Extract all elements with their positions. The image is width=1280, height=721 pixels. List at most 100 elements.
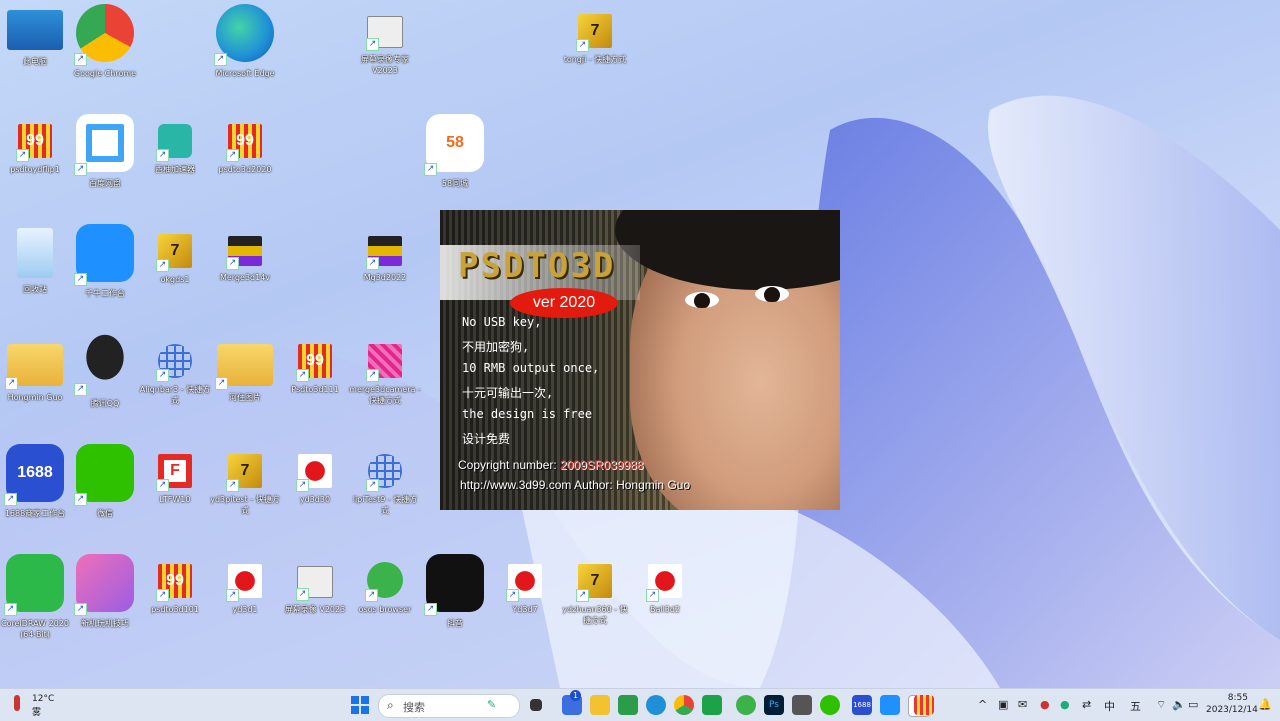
edge-taskbar-icon[interactable]	[646, 695, 666, 715]
desktop-icon-3[interactable]: ↗ 屏幕录像专家 V2023	[350, 0, 420, 108]
desktop-icon-27[interactable]: ↗ CorelDRAW 2020 (64-Bit)	[0, 550, 70, 658]
screen-recorder-icon: ↗	[296, 566, 333, 601]
1688-taskbar-icon[interactable]: 1688	[852, 695, 872, 715]
splash-photo-eye-left	[685, 292, 719, 308]
splash-url-author: http://www.3d99.com Author: Hongmin Guo	[460, 478, 691, 492]
copyright-number: 2009SR039988	[560, 458, 644, 472]
desktop-icon-33[interactable]: ↗ 抖音	[420, 550, 490, 658]
browser-taskbar-icon[interactable]	[736, 695, 756, 715]
tray-qq-icon[interactable]: ●	[1040, 698, 1050, 711]
psdto3d-taskbar-icon[interactable]	[914, 695, 934, 715]
desktop-icon-6[interactable]: ↗ 百度网盘	[70, 110, 140, 218]
ime-mode[interactable]: 中	[1104, 698, 1115, 714]
desktop-icon-7[interactable]: ↗ 西柚加速器	[140, 110, 210, 218]
desktop-icon-34[interactable]: ↗ Yd3d7	[490, 550, 560, 658]
wifi-icon[interactable]: ⌔	[1156, 698, 1166, 712]
desktop-icon-16[interactable]: ↗ 腾讯QQ	[70, 330, 140, 438]
chrome-taskbar-icon[interactable]	[674, 695, 694, 715]
desktop-icon-label: okgds1	[160, 275, 190, 284]
clock-date[interactable]: 2023/12/14	[1206, 705, 1258, 715]
battery-icon[interactable]: ▭	[1188, 698, 1198, 711]
desktop-icon-30[interactable]: ↗ yd3d1	[210, 550, 280, 658]
desktop-icon-25[interactable]: ↗ yd3d30	[280, 440, 350, 548]
shortcut-arrow-icon: ↗	[506, 589, 519, 602]
desktop-icon-31[interactable]: ↗ 屏幕录像 V2023	[280, 550, 350, 658]
weather-temp[interactable]: 12°C	[32, 694, 54, 704]
desktop-icon-label: CorelDRAW 2020 (64-Bit)	[1, 619, 69, 639]
qianniu-taskbar-icon[interactable]	[880, 695, 900, 715]
volume-icon[interactable]: 🔈	[1172, 698, 1186, 711]
task-view-icon[interactable]	[530, 699, 542, 711]
clock-time[interactable]: 8:55	[1208, 693, 1248, 703]
icon-glyph: 99	[236, 132, 254, 149]
weather-icon[interactable]	[8, 693, 30, 715]
desktop-icon-36[interactable]: ↗ Ball3d2	[630, 550, 700, 658]
desktop-icon-28[interactable]: ↗ 新机玩机技巧	[70, 550, 140, 658]
desktop-icon-35[interactable]: 7 ↗ ydzhuan360 - 快捷方式	[560, 550, 630, 658]
shortcut-arrow-icon: ↗	[74, 163, 87, 176]
shortcut-arrow-icon: ↗	[366, 479, 379, 492]
psdto3d-splash-window[interactable]: PSDTO3D ver 2020 No USB key, 不用加密狗, 10 R…	[440, 210, 840, 510]
merge-icon: ↗	[226, 236, 262, 270]
desktop-icon-15[interactable]: ↗ Hongmin Guo	[0, 330, 70, 438]
desktop-icon-22[interactable]: ↗ 微信	[70, 440, 140, 548]
tray-mail-icon[interactable]: ✉	[1018, 698, 1027, 711]
desktop-icon-26[interactable]: ↗ lipiTest9 - 快捷方式	[350, 440, 420, 548]
desktop-icon-20[interactable]: ↗ merge3dcamera - 快捷方式	[349, 330, 421, 438]
taskbar-search[interactable]: ⌕ 搜索 ✎	[378, 694, 520, 718]
desktop-icon-19[interactable]: 99 ↗ Psdto3d111	[280, 330, 350, 438]
desktop-icon-label: Ball3d2	[649, 605, 681, 614]
photoshop-taskbar-icon[interactable]: Ps	[764, 695, 784, 715]
wechat-taskbar-icon[interactable]	[820, 695, 840, 715]
desktop-icon-10[interactable]: 回收站	[0, 220, 70, 328]
desktop-icon-17[interactable]: ↗ Alignbar3 - 快捷方式	[140, 330, 210, 438]
desktop-icon-label: 腾讯QQ	[90, 399, 120, 408]
desktop-icon-29[interactable]: 99 ↗ psdto3d101	[140, 550, 210, 658]
teams-chat-icon[interactable]: 1	[562, 690, 582, 715]
desktop-icon-4[interactable]: 7 ↗ tongji - 快捷方式	[560, 0, 630, 108]
desktop-icon-11[interactable]: ↗ 千牛工作台	[70, 220, 140, 328]
desktop-icon-2[interactable]: ↗ Microsoft Edge	[210, 0, 280, 108]
desktop-icon-21[interactable]: 1688 ↗ 1688商家工作台	[0, 440, 70, 548]
desktop-icon-18[interactable]: ↗ 河住图片	[210, 330, 280, 438]
coreldraw-taskbar-icon[interactable]	[702, 695, 722, 715]
desktop-icon-label: 河住图片	[229, 393, 261, 402]
desktop-icon-8[interactable]: 99 ↗ psdto3d2020	[210, 110, 280, 218]
desktop-icon-12[interactable]: 7 ↗ okgds1	[140, 220, 210, 328]
camera-taskbar-icon[interactable]	[792, 695, 812, 715]
shortcut-arrow-icon: ↗	[156, 479, 169, 492]
desktop-icon-1[interactable]: ↗ Google Chrome	[70, 0, 140, 108]
search-placeholder: 搜索	[403, 701, 425, 714]
desktop-icon-label: yd3pitest - 快捷方式	[210, 495, 280, 515]
desktop-icon-label: lipiTest9 - 快捷方式	[352, 495, 418, 515]
tray-camera-icon[interactable]: ▣	[998, 698, 1008, 711]
notepad-icon[interactable]	[618, 695, 638, 715]
tray-expand-icon[interactable]: ^	[978, 698, 987, 711]
splash-photo-eye-right	[755, 286, 789, 302]
desktop-icon-5[interactable]: 99 ↗ psdtoydflip1	[0, 110, 70, 218]
f-icon: F ↗	[156, 454, 192, 492]
desktop-icon-32[interactable]: ↗ osos browser	[350, 550, 420, 658]
splash-line-3: 10 RMB output once,	[462, 361, 600, 375]
desktop-icon-24[interactable]: 7 ↗ yd3pitest - 快捷方式	[210, 440, 280, 548]
tray-sync-icon[interactable]: ⇄	[1082, 698, 1091, 711]
desktop-icon-23[interactable]: F ↗ LTFW10	[140, 440, 210, 548]
desktop-icon-14[interactable]: ↗ Mg3d2022	[350, 220, 420, 328]
desktop-icon-13[interactable]: ↗ Merge3d14v	[210, 220, 280, 328]
shortcut-arrow-icon: ↗	[424, 163, 437, 176]
desktop-icon-label: 1688商家工作台	[4, 509, 66, 518]
ime-extra[interactable]: 五	[1130, 698, 1141, 714]
weather-desc[interactable]: 雾	[32, 705, 41, 718]
desktop-icon-0[interactable]: 此电脑	[0, 0, 70, 108]
start-button[interactable]	[350, 695, 370, 715]
desktop-icon-label: Mg3d2022	[363, 273, 407, 282]
desktop-icon-label: Yd3d7	[512, 605, 538, 614]
desktop-icon-label: 此电脑	[23, 57, 47, 66]
tray-wechat-icon[interactable]: ●	[1060, 698, 1070, 711]
notification-bell-icon[interactable]: 🔔	[1258, 698, 1272, 711]
file-explorer-icon[interactable]	[590, 695, 610, 715]
shortcut-arrow-icon: ↗	[226, 479, 239, 492]
coreldraw-icon: ↗	[4, 554, 64, 616]
shortcut-arrow-icon: ↗	[646, 589, 659, 602]
desktop-icon-9[interactable]: 58 ↗ 58同城	[420, 110, 490, 218]
